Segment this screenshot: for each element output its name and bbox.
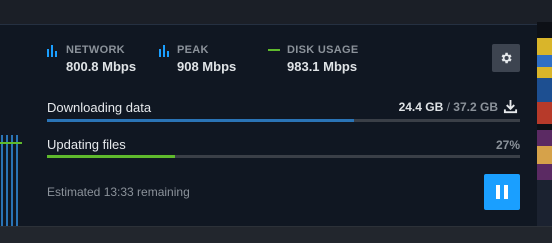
download-current: 24.4 GB <box>398 100 444 114</box>
art-tile <box>537 180 552 226</box>
download-total: 37.2 GB <box>453 100 498 114</box>
peak-value: 908 Mbps <box>177 59 237 74</box>
download-progress-fill <box>47 119 355 122</box>
peak-label: PEAK <box>177 44 209 56</box>
pause-button[interactable] <box>484 174 520 210</box>
network-label: NETWORK <box>66 44 125 56</box>
download-size: 24.4 GB / 37.2 GB <box>360 100 498 114</box>
art-tile <box>537 146 552 164</box>
bar-graph-icon <box>159 45 170 57</box>
download-progress-track <box>47 119 520 122</box>
bar-graph-icon <box>47 45 58 57</box>
graph-bar <box>1 135 3 226</box>
download-separator: / <box>443 100 454 114</box>
download-icon <box>503 99 518 114</box>
gear-icon <box>501 52 512 64</box>
graph-bar <box>11 135 13 226</box>
bottom-strip <box>0 226 552 243</box>
downloads-view: NETWORK 800.8 Mbps PEAK 908 Mbps DISK US… <box>0 0 552 243</box>
art-tile <box>537 0 552 22</box>
top-strip <box>0 0 537 24</box>
peak-stat: PEAK 908 Mbps <box>159 44 236 74</box>
disk-usage-label: DISK USAGE <box>287 44 359 56</box>
time-remaining: Estimated 13:33 remaining <box>47 185 190 199</box>
update-progress-track <box>47 155 520 158</box>
graph-bar <box>6 135 8 226</box>
updating-label: Updating files <box>47 137 126 152</box>
art-tile <box>537 102 552 124</box>
pause-icon <box>496 185 508 199</box>
downloading-label: Downloading data <box>47 100 152 115</box>
settings-button[interactable] <box>492 44 520 72</box>
update-progress-fill <box>47 155 175 158</box>
disk-usage-graph-line <box>0 142 22 144</box>
graph-bar <box>16 135 18 226</box>
art-tile <box>537 78 552 102</box>
update-percent: 27% <box>495 138 520 152</box>
disk-usage-value: 983.1 Mbps <box>287 59 358 74</box>
game-art-edge[interactable] <box>537 0 552 226</box>
network-value: 800.8 Mbps <box>66 59 137 74</box>
art-tile <box>537 55 552 67</box>
network-stat: NETWORK 800.8 Mbps <box>47 44 136 74</box>
network-graph-edge <box>0 135 22 226</box>
line-icon <box>268 49 280 51</box>
